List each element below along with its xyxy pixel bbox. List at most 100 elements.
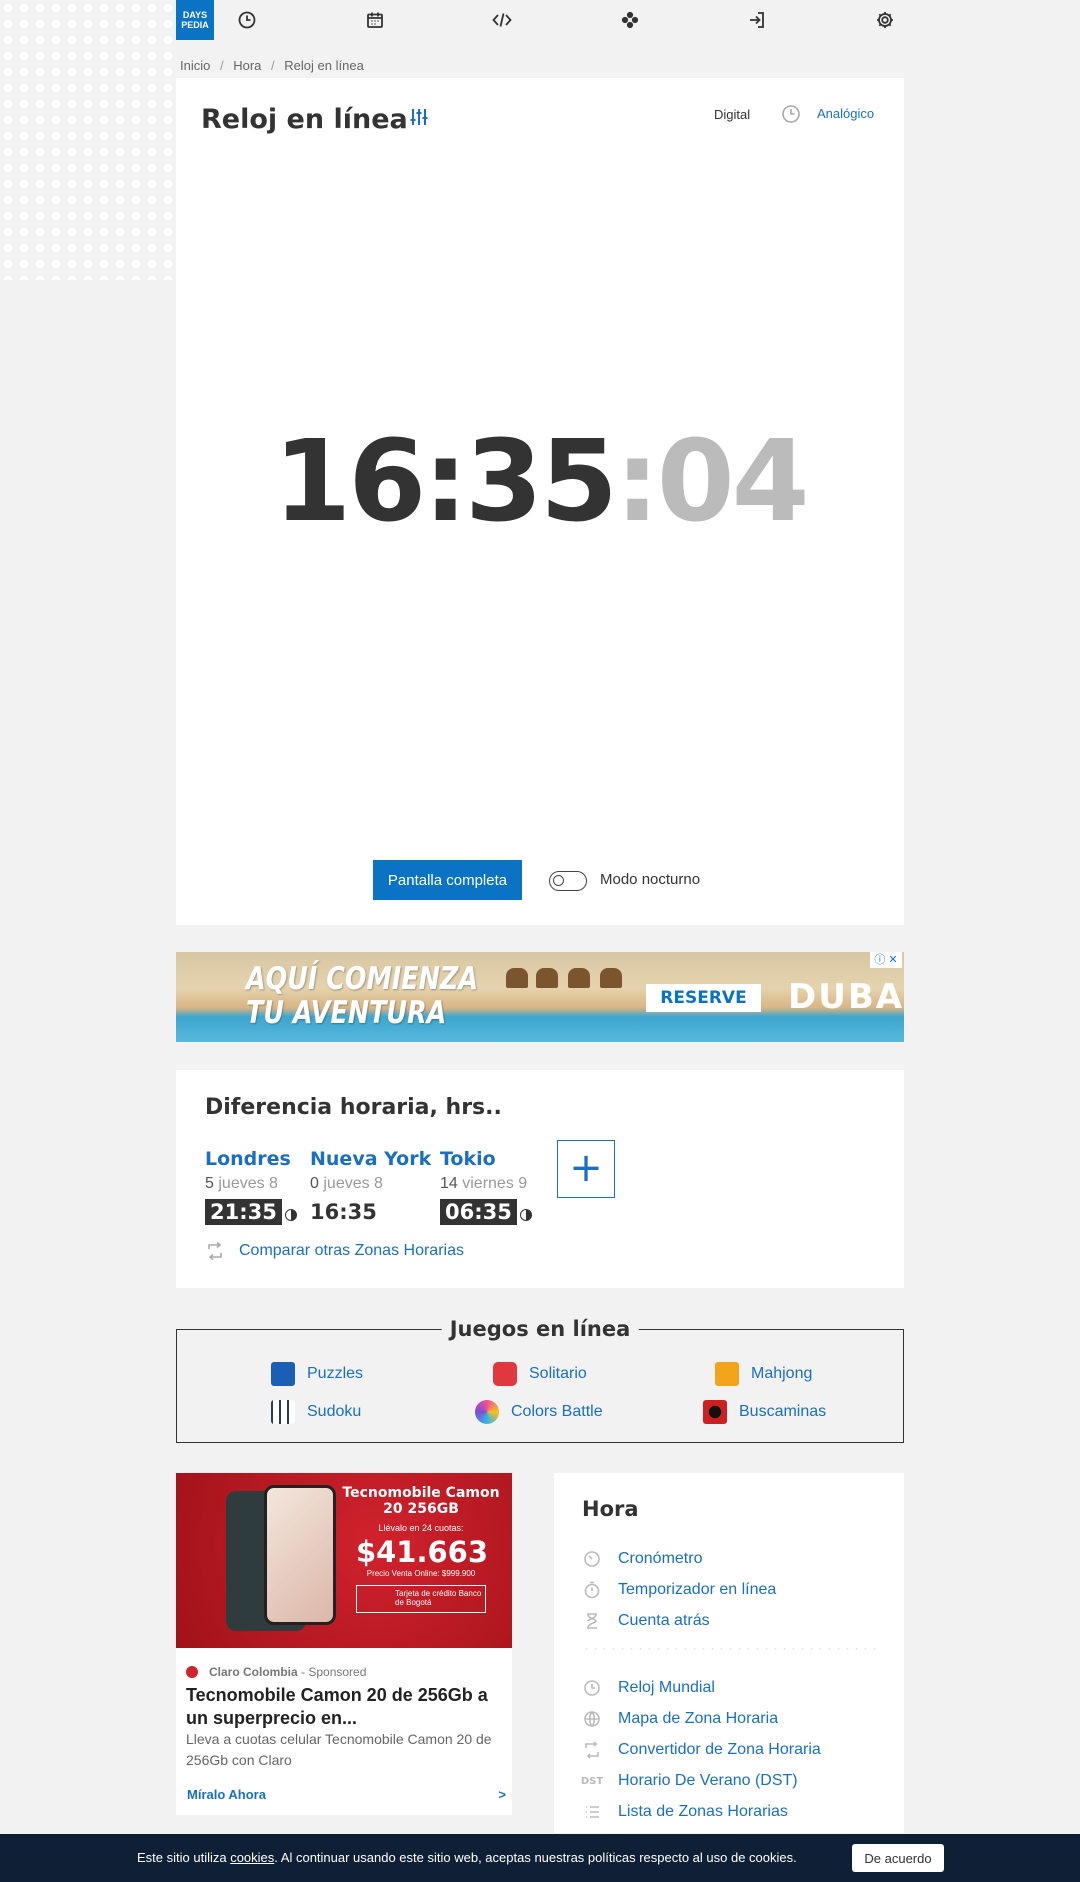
- game-label: Sudoku: [307, 1403, 362, 1420]
- banner-headline: AQUÍ COMIENZA TU AVENTURA: [246, 962, 478, 1030]
- mine-icon: [703, 1400, 727, 1424]
- gamepad-icon[interactable]: [617, 7, 643, 33]
- game-colors-battle[interactable]: Colors Battle: [475, 1400, 603, 1424]
- cookies-link[interactable]: cookies: [230, 1850, 274, 1865]
- camel-image: [600, 968, 622, 988]
- game-label: Colors Battle: [511, 1403, 603, 1420]
- sponsored-image-price: $41.663: [355, 1535, 489, 1569]
- city-name[interactable]: Tokio: [440, 1148, 532, 1170]
- timer-icon: [582, 1580, 602, 1600]
- sponsored-cta-link[interactable]: Míralo Ahora: [187, 1787, 266, 1802]
- camel-image: [536, 968, 558, 988]
- convert-icon: [205, 1241, 225, 1261]
- compare-timezones-link[interactable]: Comparar otras Zonas Horarias: [239, 1242, 464, 1260]
- breadcrumb: Inicio / Hora / Reloj en línea: [180, 58, 370, 73]
- game-label: Buscaminas: [739, 1403, 827, 1420]
- mode-digital[interactable]: Digital: [714, 107, 750, 122]
- claro-logo-icon: [186, 1666, 198, 1678]
- breadcrumb-hora[interactable]: Hora: [233, 58, 261, 73]
- city-time-row: 16:35: [310, 1193, 431, 1225]
- game-label: Puzzles: [307, 1365, 364, 1382]
- game-solitaire[interactable]: Solitario: [493, 1362, 587, 1386]
- analog-clock-icon[interactable]: [781, 104, 801, 124]
- calendar-icon[interactable]: [362, 7, 388, 33]
- link-label: Mapa de Zona Horaria: [618, 1710, 779, 1727]
- sudoku-grid-icon: [271, 1400, 295, 1424]
- link-temporizador[interactable]: Temporizador en línea: [582, 1580, 776, 1600]
- login-icon[interactable]: [744, 7, 770, 33]
- link-cuenta-atras[interactable]: Cuenta atrás: [582, 1611, 710, 1631]
- game-puzzles[interactable]: Puzzles: [271, 1362, 363, 1386]
- sponsored-headline[interactable]: Tecnomobile Camon 20 de 256Gb a un super…: [186, 1684, 506, 1730]
- city-name[interactable]: Nueva York: [310, 1148, 431, 1170]
- city-day: viernes 9: [462, 1175, 528, 1192]
- sponsored-source-name: Claro Colombia: [209, 1665, 298, 1679]
- clock-hours-minutes: 16:35: [273, 417, 618, 547]
- add-city-button[interactable]: +: [557, 1140, 615, 1198]
- sponsored-tag: Sponsored: [308, 1665, 367, 1679]
- ad-info-icon[interactable]: ⓘ ✕: [870, 952, 902, 968]
- clock-card: Reloj en línea Digital Analógico 16:35:0…: [176, 78, 904, 925]
- chevron-right-icon[interactable]: >: [498, 1787, 506, 1802]
- nav-icons: [214, 7, 904, 33]
- time-difference-card: Diferencia horaria, hrs.. Londres 5 juev…: [176, 1070, 904, 1288]
- breadcrumb-current: Reloj en línea: [284, 58, 364, 73]
- city-offset: 0: [310, 1175, 319, 1192]
- breadcrumb-inicio[interactable]: Inicio: [180, 58, 210, 73]
- clock-icon[interactable]: [234, 7, 260, 33]
- stopwatch-icon: [582, 1549, 602, 1569]
- mode-analog[interactable]: Analógico: [817, 106, 874, 121]
- game-minesweeper[interactable]: Buscaminas: [703, 1400, 826, 1424]
- moon-icon: [284, 1208, 297, 1221]
- banner-headline-line-2: TU AVENTURA: [246, 995, 447, 1031]
- link-label: Cuenta atrás: [618, 1612, 710, 1629]
- breadcrumb-separator: /: [219, 58, 224, 73]
- link-dst[interactable]: DST Horario De Verano (DST): [580, 1771, 798, 1791]
- sponsored-card[interactable]: Tecnomobile Camon 20 256GB Llévalo en 24…: [176, 1473, 512, 1815]
- city-day: jueves 8: [323, 1175, 383, 1192]
- hora-sidebar: Hora Cronómetro Temporizador en línea Cu…: [554, 1473, 904, 1833]
- code-icon[interactable]: [489, 7, 515, 33]
- link-mapa-zona-horaria[interactable]: Mapa de Zona Horaria: [582, 1709, 778, 1729]
- game-sudoku[interactable]: Sudoku: [271, 1400, 361, 1424]
- camel-image: [506, 968, 528, 988]
- sponsored-image-subtitle: Llévalo en 24 cuotas:: [378, 1523, 464, 1533]
- banner-reserve-button[interactable]: RESERVE: [646, 984, 761, 1012]
- sponsored-description: Lleva a cuotas celular Tecnomobile Camon…: [186, 1731, 492, 1768]
- dst-icon: DST: [580, 1775, 604, 1787]
- link-cronometro[interactable]: Cronómetro: [582, 1549, 702, 1569]
- game-mahjong[interactable]: Mahjong: [715, 1362, 812, 1386]
- hourglass-icon: [582, 1611, 602, 1631]
- hora-title: Hora: [582, 1497, 639, 1521]
- sponsored-source: Claro Colombia - Sponsored: [186, 1665, 366, 1679]
- cookie-bar: Este sitio utiliza cookies. Al continuar…: [0, 1834, 1080, 1882]
- city-offset-day: 14 viernes 9: [440, 1175, 532, 1193]
- city-offset-day: 5 jueves 8: [205, 1175, 297, 1193]
- online-games-box: Juegos en línea Puzzles Solitario Mahjon…: [176, 1317, 904, 1443]
- digital-clock-display: 16:35:04: [176, 426, 904, 538]
- city-name[interactable]: Londres: [205, 1148, 297, 1170]
- link-convertidor[interactable]: Convertidor de Zona Horaria: [582, 1740, 821, 1760]
- night-mode-toggle[interactable]: [549, 871, 587, 891]
- link-label: Horario De Verano (DST): [618, 1772, 798, 1789]
- fullscreen-button[interactable]: Pantalla completa: [373, 860, 522, 900]
- link-lista-zonas[interactable]: Lista de Zonas Horarias: [582, 1802, 788, 1822]
- online-games-title: Juegos en línea: [441, 1317, 639, 1341]
- logo-line-1: DAYS: [182, 10, 208, 20]
- link-label: Cronómetro: [618, 1550, 703, 1567]
- sliders-icon[interactable]: [408, 106, 432, 130]
- link-label: Convertidor de Zona Horaria: [618, 1741, 821, 1758]
- link-label: Temporizador en línea: [618, 1581, 777, 1598]
- cookie-accept-button[interactable]: De acuerdo: [852, 1844, 944, 1872]
- night-mode-label: Modo nocturno: [600, 871, 701, 888]
- time-difference-title: Diferencia horaria, hrs..: [205, 1095, 502, 1120]
- clock-icon: [582, 1678, 602, 1698]
- link-reloj-mundial[interactable]: Reloj Mundial: [582, 1678, 715, 1698]
- banner-ad[interactable]: AQUÍ COMIENZA TU AVENTURA RESERVE DUBAI …: [176, 952, 904, 1042]
- city-time-row: 21:35: [205, 1193, 297, 1225]
- gear-icon[interactable]: [872, 7, 898, 33]
- city-time: 06:35: [440, 1199, 517, 1225]
- city-offset-day: 0 jueves 8: [310, 1175, 431, 1193]
- game-label: Solitario: [529, 1365, 587, 1382]
- site-logo[interactable]: DAYS PEDIA: [176, 0, 214, 40]
